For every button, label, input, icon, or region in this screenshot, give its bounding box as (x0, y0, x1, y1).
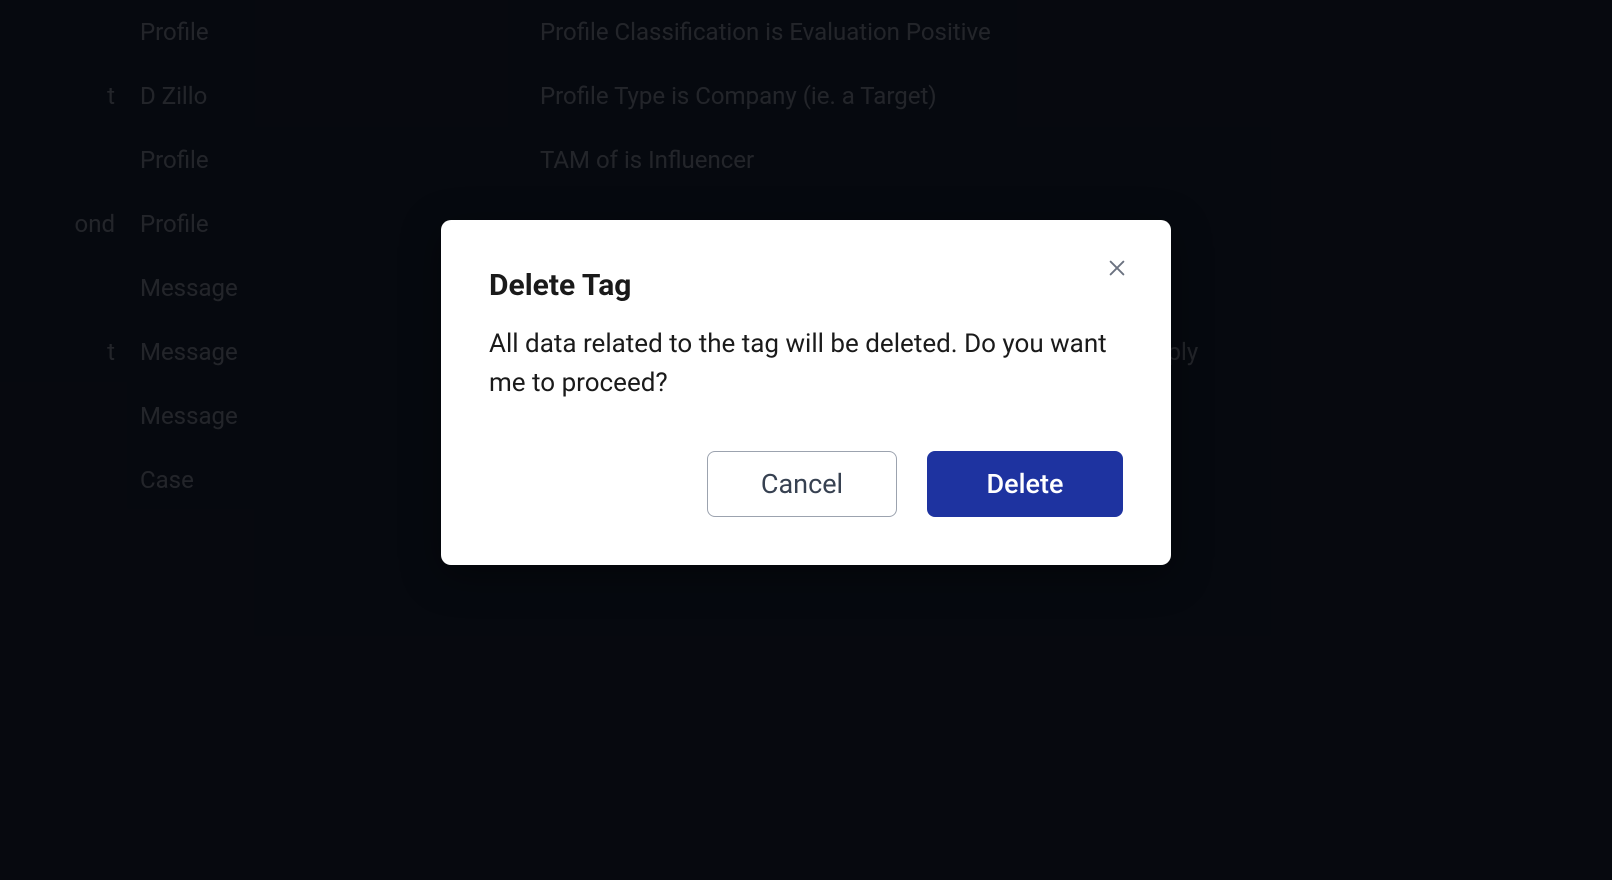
close-icon (1106, 257, 1128, 279)
modal-overlay: Delete Tag All data related to the tag w… (0, 0, 1612, 880)
delete-tag-dialog: Delete Tag All data related to the tag w… (441, 220, 1171, 565)
dialog-footer: Cancel Delete (489, 451, 1123, 517)
close-button[interactable] (1101, 252, 1133, 284)
delete-button[interactable]: Delete (927, 451, 1123, 517)
dialog-title: Delete Tag (489, 268, 631, 303)
dialog-body: All data related to the tag will be dele… (489, 325, 1109, 403)
cancel-button[interactable]: Cancel (707, 451, 897, 517)
